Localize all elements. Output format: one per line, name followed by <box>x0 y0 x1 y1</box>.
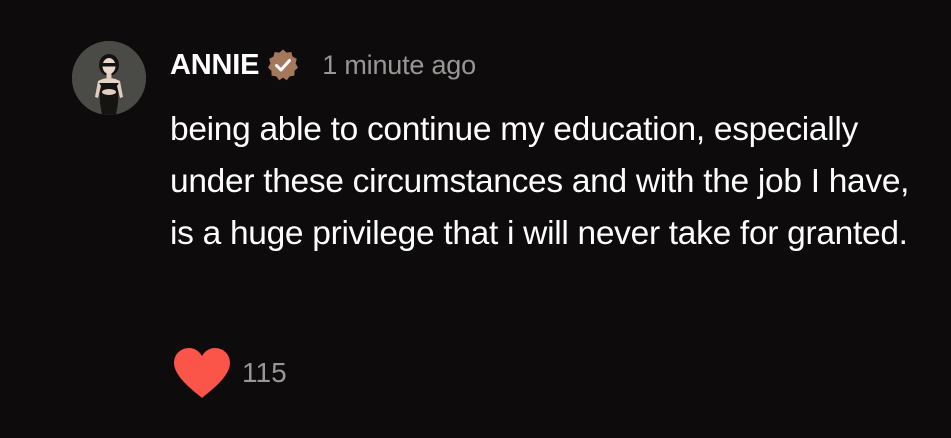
verified-check-badge-icon <box>266 48 300 82</box>
comment-text: being able to continue my education, esp… <box>170 111 910 252</box>
comment-card: ANNIE 1 minute ago being able to continu… <box>0 0 951 438</box>
like-section: 115 <box>170 345 287 401</box>
heart-icon[interactable] <box>170 346 234 400</box>
comment-header: ANNIE 1 minute ago <box>170 44 476 86</box>
timestamp: 1 minute ago <box>322 49 476 80</box>
like-count: 115 <box>242 357 287 388</box>
avatar[interactable] <box>72 41 146 115</box>
username[interactable]: ANNIE <box>170 49 259 82</box>
